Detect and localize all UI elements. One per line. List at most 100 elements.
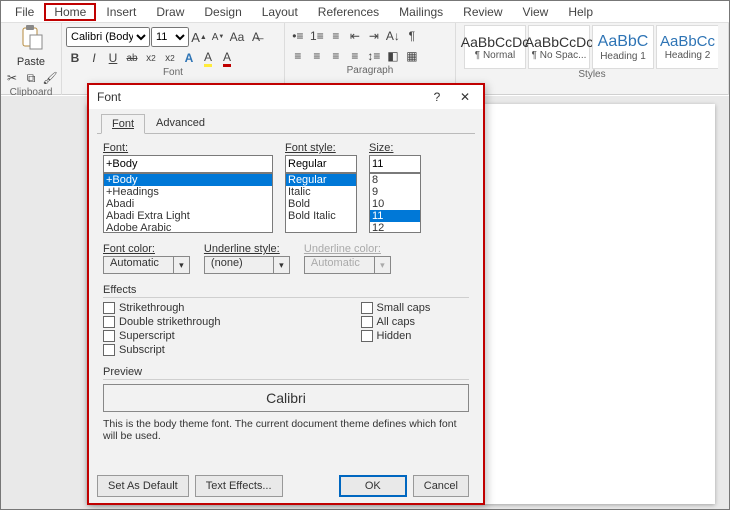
copy-icon[interactable]: ⧉ bbox=[22, 69, 40, 87]
menu-layout[interactable]: Layout bbox=[252, 3, 308, 21]
font-opt-adobe-arabic[interactable]: Adobe Arabic bbox=[104, 222, 272, 233]
font-group-label: Font bbox=[66, 67, 280, 79]
italic-button[interactable]: I bbox=[85, 49, 103, 67]
size-opt-9[interactable]: 9 bbox=[370, 186, 420, 198]
text-effects-button[interactable]: Text Effects... bbox=[195, 475, 283, 497]
shrink-font-icon[interactable]: A▼ bbox=[209, 28, 227, 46]
set-default-button[interactable]: Set As Default bbox=[97, 475, 189, 497]
style-normal[interactable]: AaBbCcDc ¶ Normal bbox=[464, 25, 526, 69]
preview-box: Calibri bbox=[103, 384, 469, 412]
cut-icon[interactable]: ✂ bbox=[3, 69, 21, 87]
font-color-combo[interactable]: Automatic ▾ bbox=[103, 256, 190, 274]
font-listbox[interactable]: +Body +Headings Abadi Abadi Extra Light … bbox=[103, 173, 273, 233]
grow-font-icon[interactable]: A▲ bbox=[190, 28, 208, 46]
size-opt-10[interactable]: 10 bbox=[370, 198, 420, 210]
strikethrough-button[interactable]: ab bbox=[123, 49, 141, 67]
decrease-indent-icon[interactable]: ⇤ bbox=[346, 27, 364, 45]
cancel-button[interactable]: Cancel bbox=[413, 475, 469, 497]
shading-icon[interactable]: ◧ bbox=[384, 47, 402, 65]
style-listbox[interactable]: Regular Italic Bold Bold Italic bbox=[285, 173, 357, 233]
menu-help[interactable]: Help bbox=[558, 3, 603, 21]
font-size-select[interactable]: 11 bbox=[151, 27, 189, 47]
menu-mailings[interactable]: Mailings bbox=[389, 3, 453, 21]
font-input[interactable] bbox=[103, 155, 273, 173]
highlight-icon[interactable]: A bbox=[199, 49, 217, 67]
menu-review[interactable]: Review bbox=[453, 3, 512, 21]
menubar: File Home Insert Draw Design Layout Refe… bbox=[1, 1, 729, 23]
align-right-icon[interactable]: ≡ bbox=[327, 47, 345, 65]
styles-group-label: Styles bbox=[464, 69, 720, 81]
help-button[interactable]: ? bbox=[423, 86, 451, 108]
menu-draw[interactable]: Draw bbox=[146, 3, 194, 21]
change-case-icon[interactable]: Aa bbox=[228, 28, 246, 46]
size-listbox[interactable]: 8 9 10 11 12 bbox=[369, 173, 421, 233]
style-heading2[interactable]: AaBbCc Heading 2 bbox=[656, 25, 718, 69]
chevron-down-icon: ▾ bbox=[274, 256, 290, 274]
style-input[interactable] bbox=[285, 155, 357, 173]
chk-small-caps[interactable]: Small caps bbox=[361, 302, 431, 314]
ok-button[interactable]: OK bbox=[339, 475, 407, 497]
menu-design[interactable]: Design bbox=[194, 3, 251, 21]
font-name-select[interactable]: Calibri (Body) bbox=[66, 27, 150, 47]
chk-strikethrough[interactable]: Strikethrough bbox=[103, 302, 221, 314]
dialog-title: Font bbox=[97, 90, 423, 104]
superscript-button[interactable]: x2 bbox=[161, 49, 179, 67]
font-opt-abadi-el[interactable]: Abadi Extra Light bbox=[104, 210, 272, 222]
style-opt-bold[interactable]: Bold bbox=[286, 198, 356, 210]
increase-indent-icon[interactable]: ⇥ bbox=[365, 27, 383, 45]
clear-formatting-icon[interactable]: A̶ bbox=[247, 28, 265, 46]
theme-note: This is the body theme font. The current… bbox=[103, 418, 469, 442]
underline-style-combo[interactable]: (none) ▾ bbox=[204, 256, 290, 274]
font-opt-body[interactable]: +Body bbox=[104, 174, 272, 186]
effects-header: Effects bbox=[103, 284, 469, 296]
align-left-icon[interactable]: ≡ bbox=[289, 47, 307, 65]
bold-button[interactable]: B bbox=[66, 49, 84, 67]
tab-font[interactable]: Font bbox=[101, 114, 145, 134]
chevron-down-icon: ▾ bbox=[375, 256, 391, 274]
paragraph-group-label: Paragraph bbox=[289, 65, 451, 77]
chk-subscript[interactable]: Subscript bbox=[103, 344, 221, 356]
chevron-down-icon: ▾ bbox=[174, 256, 190, 274]
font-color-label: Font color: bbox=[103, 243, 190, 255]
size-label: Size: bbox=[369, 142, 421, 154]
text-effects-icon[interactable]: A bbox=[180, 49, 198, 67]
menu-view[interactable]: View bbox=[513, 3, 559, 21]
size-opt-12[interactable]: 12 bbox=[370, 222, 420, 233]
font-opt-abadi[interactable]: Abadi bbox=[104, 198, 272, 210]
multilevel-icon[interactable]: ≡ bbox=[327, 27, 345, 45]
justify-icon[interactable]: ≡ bbox=[346, 47, 364, 65]
size-opt-8[interactable]: 8 bbox=[370, 174, 420, 186]
chk-hidden[interactable]: Hidden bbox=[361, 330, 431, 342]
chk-superscript[interactable]: Superscript bbox=[103, 330, 221, 342]
font-color-icon[interactable]: A bbox=[218, 49, 236, 67]
style-opt-bolditalic[interactable]: Bold Italic bbox=[286, 210, 356, 222]
line-spacing-icon[interactable]: ↕≡ bbox=[365, 47, 383, 65]
menu-insert[interactable]: Insert bbox=[96, 3, 146, 21]
close-button[interactable]: ✕ bbox=[451, 86, 479, 108]
align-center-icon[interactable]: ≡ bbox=[308, 47, 326, 65]
size-opt-11[interactable]: 11 bbox=[370, 210, 420, 222]
format-painter-icon[interactable]: 🖌 bbox=[41, 69, 59, 87]
font-opt-headings[interactable]: +Headings bbox=[104, 186, 272, 198]
style-no-spacing[interactable]: AaBbCcDc ¶ No Spac... bbox=[528, 25, 590, 69]
preview-header: Preview bbox=[103, 366, 469, 378]
preview-text: Calibri bbox=[266, 390, 306, 406]
sort-icon[interactable]: A↓ bbox=[384, 27, 402, 45]
numbering-icon[interactable]: 1≡ bbox=[308, 27, 326, 45]
chk-all-caps[interactable]: All caps bbox=[361, 316, 431, 328]
show-hide-icon[interactable]: ¶ bbox=[403, 27, 421, 45]
size-input[interactable] bbox=[369, 155, 421, 173]
menu-file[interactable]: File bbox=[5, 3, 44, 21]
style-heading1[interactable]: AaBbC Heading 1 bbox=[592, 25, 654, 69]
borders-icon[interactable]: ▦ bbox=[403, 47, 421, 65]
style-opt-regular[interactable]: Regular bbox=[286, 174, 356, 186]
menu-home[interactable]: Home bbox=[44, 3, 96, 21]
style-opt-italic[interactable]: Italic bbox=[286, 186, 356, 198]
underline-button[interactable]: U bbox=[104, 49, 122, 67]
tab-advanced[interactable]: Advanced bbox=[145, 113, 216, 133]
subscript-button[interactable]: x2 bbox=[142, 49, 160, 67]
bullets-icon[interactable]: •≡ bbox=[289, 27, 307, 45]
chk-double-strikethrough[interactable]: Double strikethrough bbox=[103, 316, 221, 328]
menu-references[interactable]: References bbox=[308, 3, 389, 21]
paste-button[interactable] bbox=[17, 25, 45, 55]
